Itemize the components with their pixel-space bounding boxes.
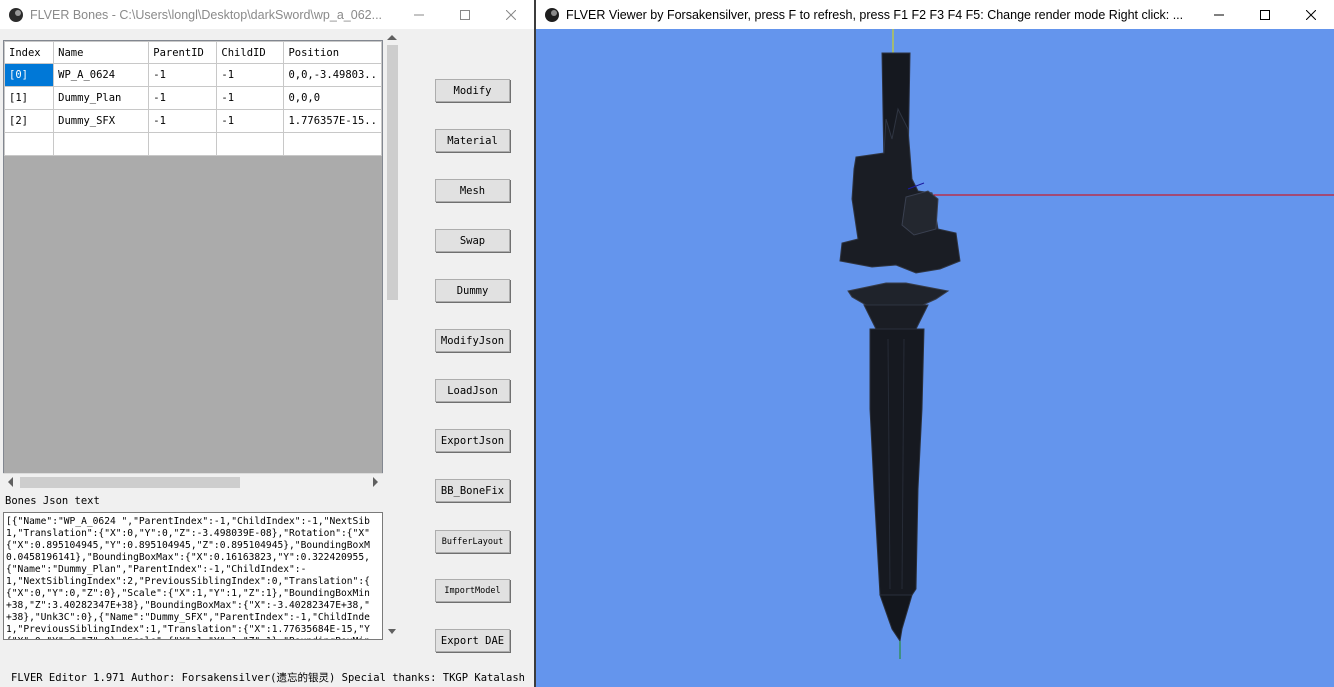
minimize-icon[interactable] xyxy=(1196,0,1242,29)
table-row[interactable]: [1] Dummy_Plan -1 -1 0,0,0 xyxy=(4,86,382,110)
bones-json-textarea[interactable]: [{"Name":"WP_A_0624 ","ParentIndex":-1,"… xyxy=(3,512,383,640)
table-cell[interactable]: -1 xyxy=(148,63,218,87)
material-button[interactable]: Material xyxy=(435,129,510,152)
blade-body xyxy=(869,328,925,596)
bones-window-title: FLVER Bones - C:\Users\longl\Desktop\dar… xyxy=(30,7,383,22)
column-header-parentid[interactable]: ParentID xyxy=(148,41,218,64)
modify-json-button[interactable]: ModifyJson xyxy=(435,329,510,352)
close-icon[interactable] xyxy=(488,0,534,29)
flver-viewer-window: FLVER Viewer by Forsakensilver, press F … xyxy=(536,0,1334,687)
viewer-title-bar[interactable]: FLVER Viewer by Forsakensilver, press F … xyxy=(536,0,1334,29)
viewer-window-title: FLVER Viewer by Forsakensilver, press F … xyxy=(566,7,1184,22)
bones-json-label: Bones Json text xyxy=(5,495,100,507)
3d-viewport[interactable] xyxy=(536,29,1334,687)
table-cell[interactable] xyxy=(283,132,382,156)
maximize-icon[interactable] xyxy=(1242,0,1288,29)
table-cell[interactable]: Dummy_SFX xyxy=(53,109,150,133)
mesh-button[interactable]: Mesh xyxy=(435,179,510,202)
vertical-scrollbar[interactable] xyxy=(384,30,401,640)
load-json-button[interactable]: LoadJson xyxy=(435,379,510,402)
table-row[interactable]: [0] WP_A_0624 -1 -1 0,0,-3.49803.. xyxy=(4,63,382,87)
table-cell[interactable]: [0] xyxy=(4,63,55,87)
table-cell[interactable]: 0,0,0 xyxy=(283,86,382,110)
buffer-layout-button[interactable]: BufferLayout xyxy=(435,530,510,553)
column-header-position[interactable]: Position xyxy=(283,41,382,64)
scroll-thumb[interactable] xyxy=(387,45,398,300)
table-cell[interactable]: 1.776357E-15.. xyxy=(283,109,382,133)
scroll-thumb[interactable] xyxy=(20,477,240,488)
flver-bones-window: FLVER Bones - C:\Users\longl\Desktop\dar… xyxy=(0,0,534,687)
table-cell[interactable]: 0,0,-3.49803.. xyxy=(283,63,382,87)
bb-bonefix-button[interactable]: BB_BoneFix xyxy=(435,479,510,502)
bones-table: Index Name ParentID ChildID Position [0]… xyxy=(4,41,382,156)
table-cell[interactable]: [1] xyxy=(4,86,55,110)
scroll-right-icon[interactable] xyxy=(373,477,378,487)
column-header-index[interactable]: Index xyxy=(4,41,55,64)
bones-json-content: [{"Name":"WP_A_0624 ","ParentIndex":-1,"… xyxy=(6,516,370,639)
minimize-icon[interactable] xyxy=(396,0,442,29)
sword-model-render xyxy=(839,29,1334,659)
table-cell[interactable]: Dummy_Plan xyxy=(53,86,150,110)
footer-credits: FLVER Editor 1.971 Author: Forsakensilve… xyxy=(11,672,525,684)
table-cell[interactable]: [2] xyxy=(4,109,55,133)
table-cell[interactable] xyxy=(4,132,55,156)
table-row[interactable]: [2] Dummy_SFX -1 -1 1.776357E-15.. xyxy=(4,109,382,133)
table-cell[interactable]: -1 xyxy=(148,86,218,110)
scroll-down-icon[interactable] xyxy=(388,629,396,634)
table-cell[interactable]: -1 xyxy=(216,86,285,110)
crossguard xyxy=(839,107,961,274)
pommel-tip xyxy=(879,594,913,643)
dummy-button[interactable]: Dummy xyxy=(435,279,510,302)
close-icon[interactable] xyxy=(1288,0,1334,29)
column-header-childid[interactable]: ChildID xyxy=(216,41,285,64)
export-dae-button[interactable]: Export DAE xyxy=(435,629,510,652)
grid-horizontal-scrollbar[interactable] xyxy=(3,473,383,490)
bones-title-bar[interactable]: FLVER Bones - C:\Users\longl\Desktop\dar… xyxy=(0,0,534,29)
scroll-left-icon[interactable] xyxy=(8,477,13,487)
scroll-up-icon[interactable] xyxy=(387,35,397,40)
table-cell[interactable] xyxy=(148,132,218,156)
column-header-name[interactable]: Name xyxy=(53,41,150,64)
table-cell[interactable] xyxy=(216,132,285,156)
table-cell[interactable]: -1 xyxy=(216,63,285,87)
table-cell[interactable] xyxy=(53,132,150,156)
maximize-icon[interactable] xyxy=(442,0,488,29)
export-json-button[interactable]: ExportJson xyxy=(435,429,510,452)
table-header-row: Index Name ParentID ChildID Position xyxy=(4,41,382,64)
app-icon xyxy=(9,7,23,22)
modify-button[interactable]: Modify xyxy=(435,79,510,102)
swap-button[interactable]: Swap xyxy=(435,229,510,252)
bones-grid[interactable]: Index Name ParentID ChildID Position [0]… xyxy=(3,40,383,490)
import-model-button[interactable]: ImportModel xyxy=(435,579,510,602)
table-cell[interactable]: -1 xyxy=(216,109,285,133)
table-row-new[interactable] xyxy=(4,132,382,156)
app-icon xyxy=(545,7,559,22)
table-cell[interactable]: WP_A_0624 xyxy=(53,63,150,87)
table-cell[interactable]: -1 xyxy=(148,109,218,133)
